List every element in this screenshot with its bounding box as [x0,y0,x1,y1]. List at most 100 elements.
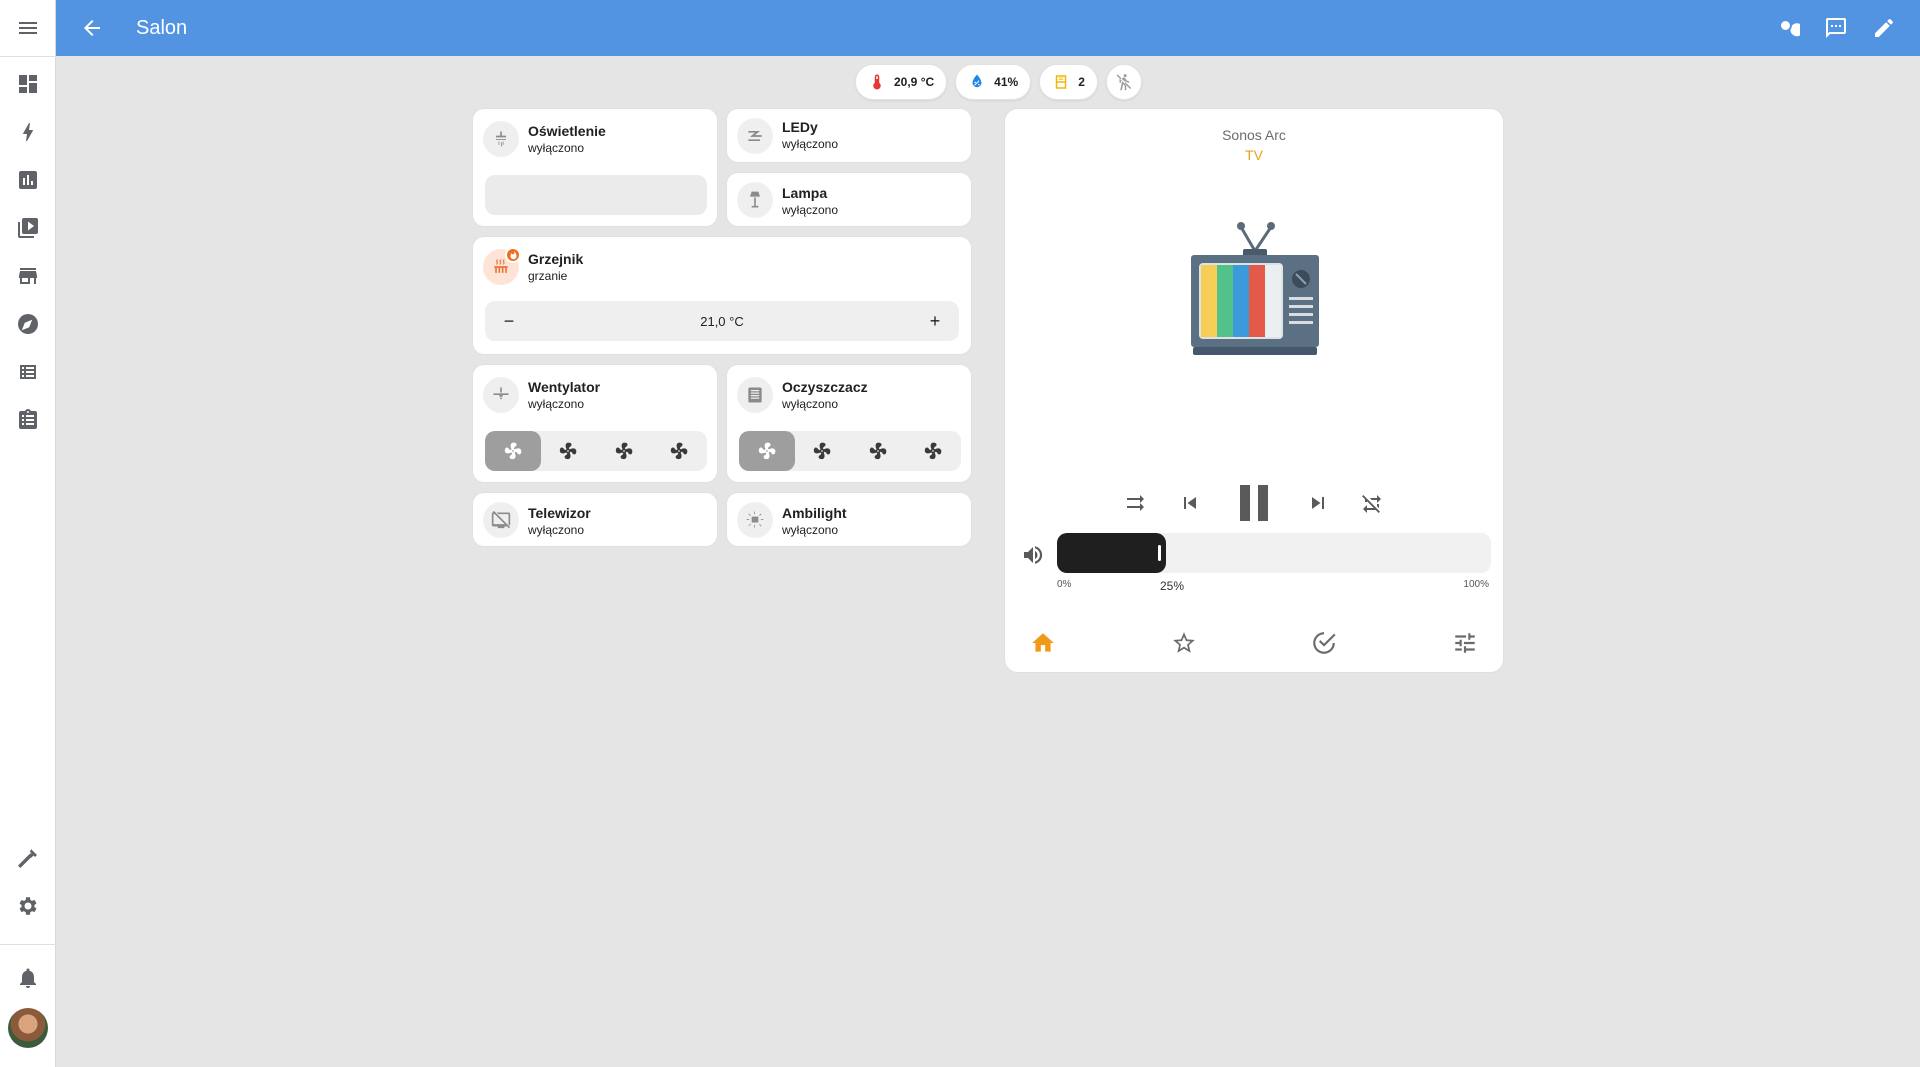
flame-icon [505,247,521,263]
tile-oczyszczacz[interactable]: Oczyszczacz wyłączono [726,364,972,483]
tile-ambilight[interactable]: Ambilight wyłączono [726,492,972,547]
tune-icon [1455,633,1475,653]
badges-row: 20,9 °C 41% 2 [855,64,1142,100]
fan-speed-1-button[interactable] [541,431,597,471]
gear-icon[interactable] [8,886,48,926]
star-outline-icon [1172,632,1195,653]
edit-pencil-icon[interactable] [1864,8,1904,48]
tile-ledy[interactable]: LEDy wyłączono [726,108,972,163]
increase-temperature-button[interactable]: + [923,311,947,332]
menu-icon[interactable] [8,8,48,48]
tile-name: Oczyszczacz [782,379,868,395]
ceiling-fan-icon[interactable] [483,377,519,413]
media-icon[interactable] [8,208,48,248]
volume-min-label: 0% [1057,579,1072,590]
next-track-button[interactable] [1300,485,1336,521]
fan-speed-3-icon [671,442,688,460]
purifier-speed-3-button[interactable] [906,431,962,471]
avatar[interactable] [8,1008,48,1048]
tile-name: Ambilight [782,505,847,521]
led-strip-icon[interactable] [737,118,773,154]
history-icon[interactable] [8,160,48,200]
shuffle-button[interactable] [1118,485,1154,521]
floor-lamp-icon[interactable] [737,182,773,218]
repeat-off-icon [1362,495,1381,513]
target-temperature-value: 21,0 °C [700,313,744,329]
ceiling-light-icon[interactable] [483,121,519,157]
tile-name: Grzejnik [528,251,584,267]
brightness-slider[interactable] [485,175,707,215]
logbook-icon[interactable] [8,304,48,344]
tab-home[interactable] [1025,625,1061,661]
tile-name: Wentylator [528,379,601,395]
fan-off-button[interactable] [485,431,541,471]
purifier-off-button[interactable] [739,431,795,471]
dashboard-icon[interactable] [8,64,48,104]
tile-state: wyłączono [782,203,839,217]
tv-off-icon[interactable] [483,502,519,538]
assist-icon[interactable] [1816,8,1856,48]
tile-lampa[interactable]: Lampa wyłączono [726,172,972,227]
tile-state: wyłączono [528,141,585,155]
fan-off-icon [504,442,522,460]
fan-speed-3-button[interactable] [652,431,708,471]
page-title: Salon [136,16,188,39]
tv-artwork-icon [1191,222,1319,355]
volume-icon[interactable] [1019,541,1047,569]
purifier-speed-2-button[interactable] [850,431,906,471]
target-temperature-control: − 21,0 °C + [485,301,959,341]
ambilight-icon[interactable] [737,502,773,538]
tile-telewizor[interactable]: Telewizor wyłączono [472,492,718,547]
tile-state: wyłączono [782,523,839,537]
home-icon [1032,633,1054,652]
repeat-off-button[interactable] [1354,485,1390,521]
windows-count: 2 [1078,75,1085,89]
tile-wentylator[interactable]: Wentylator wyłączono [472,364,718,483]
sidebar-divider [0,56,56,57]
hammer-icon[interactable] [8,838,48,878]
purifier-speed-1-button[interactable] [795,431,851,471]
tab-settings[interactable] [1447,625,1483,661]
tile-state: wyłączono [782,137,839,151]
air-purifier-icon[interactable] [737,377,773,413]
media-device-name: Sonos Arc [1222,127,1286,143]
tile-state: grzanie [528,269,568,283]
skip-previous-icon [1184,497,1196,509]
energy-icon[interactable] [8,112,48,152]
pause-button[interactable] [1226,475,1282,531]
volume-slider[interactable] [1057,533,1491,573]
notifications-icon[interactable] [8,958,48,998]
back-arrow-icon[interactable] [72,8,112,48]
shuffle-icon [1127,495,1144,511]
decrease-temperature-button[interactable]: − [497,311,521,332]
tile-state: wyłączono [528,397,585,411]
volume-slider-thumb[interactable] [1158,545,1161,561]
temperature-badge[interactable]: 20,9 °C [855,64,948,100]
media-source: TV [1245,147,1263,163]
media-player-card: Sonos Arc TV 0% 25% 100% [1004,108,1504,673]
volume-slider-fill [1057,533,1166,573]
media-tabs [1005,625,1503,661]
humidity-badge[interactable]: 41% [955,64,1032,100]
windows-badge[interactable]: 2 [1039,64,1098,100]
playback-controls [1005,475,1503,531]
motion-off-icon [1116,74,1131,91]
fan-speed-2-button[interactable] [596,431,652,471]
tile-grzejnik[interactable]: Grzejnik grzanie − 21,0 °C + [472,236,972,355]
tab-queue[interactable] [1306,625,1342,661]
humidity-icon [972,74,982,88]
store-icon[interactable] [8,256,48,296]
thermometer-icon [873,74,881,90]
header-actions [1768,8,1904,48]
developer-icon[interactable] [8,352,48,392]
todo-icon[interactable] [8,400,48,440]
pause-icon [1240,485,1268,521]
tile-oswietlenie[interactable]: Oświetlenie wyłączono [472,108,718,227]
fan-speed-1-icon [814,442,831,460]
tab-favorites[interactable] [1166,625,1202,661]
motion-badge[interactable] [1105,64,1142,100]
window-icon [1055,75,1067,89]
search-icon[interactable] [1768,8,1808,48]
previous-track-button[interactable] [1172,485,1208,521]
sidebar [0,0,56,1067]
